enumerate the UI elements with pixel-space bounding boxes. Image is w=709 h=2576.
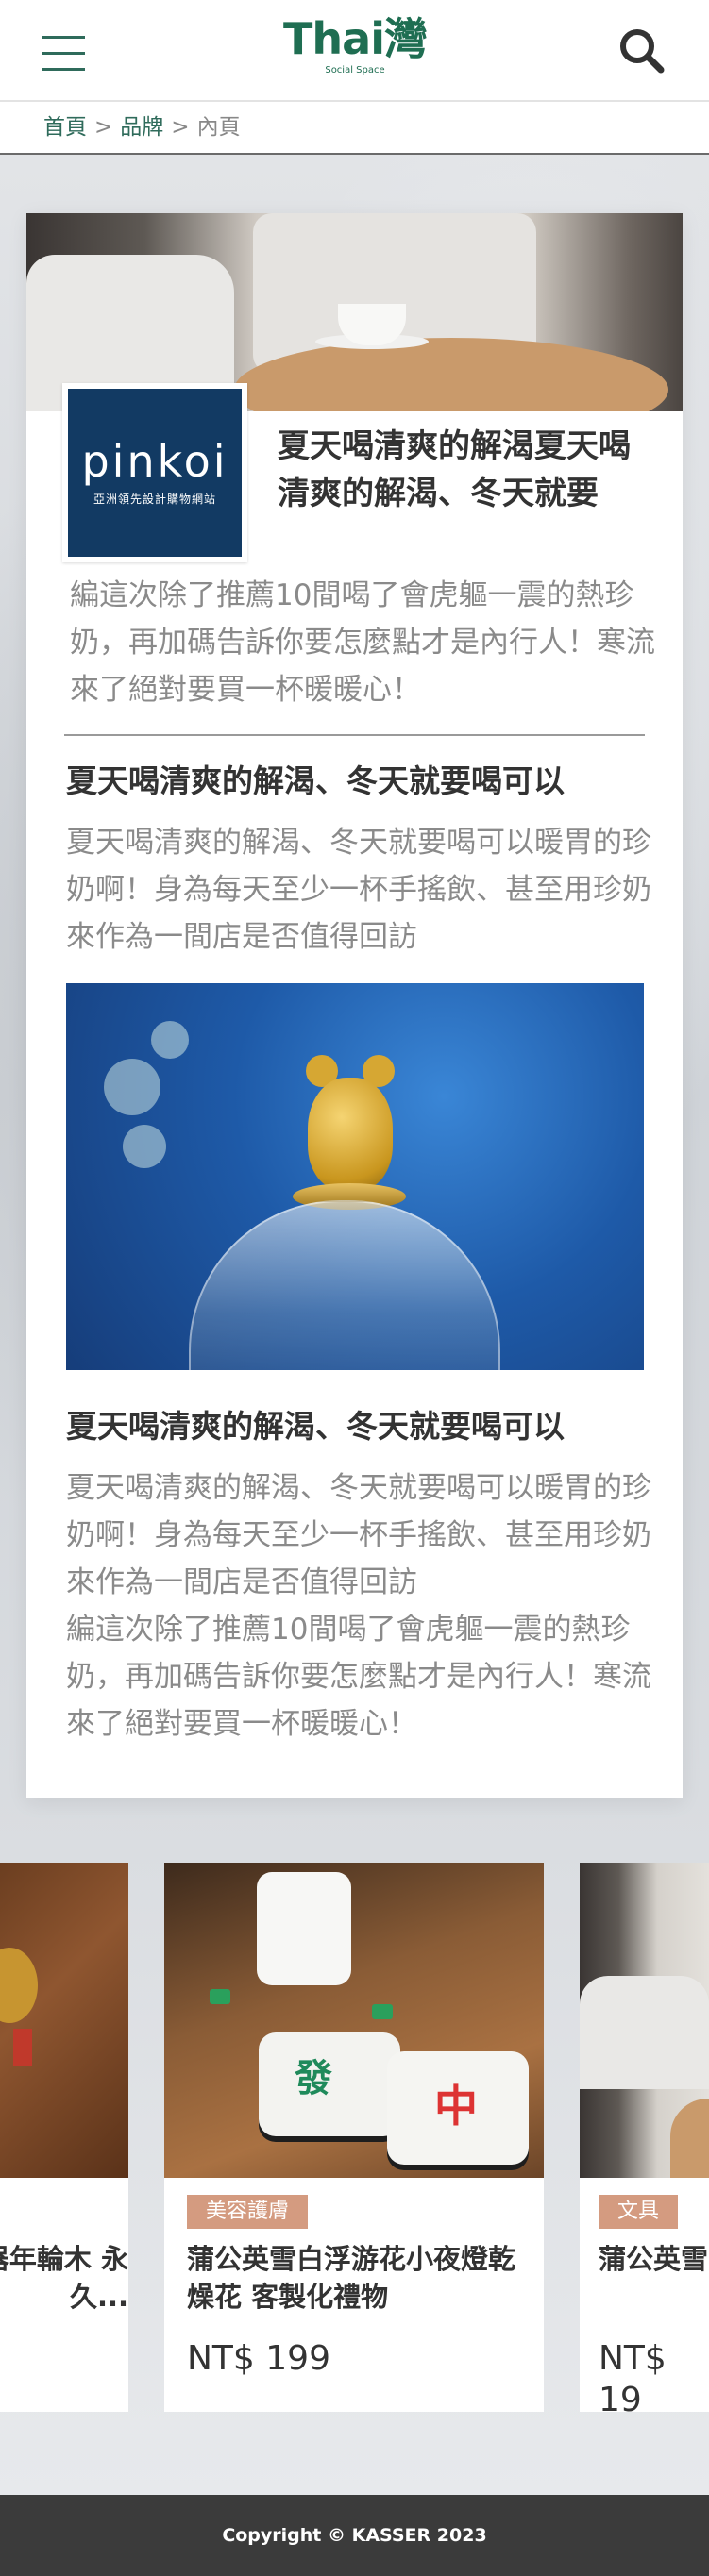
breadcrumb: 首頁 > 品牌 > 內頁 xyxy=(0,102,709,155)
product-carousel[interactable]: 器年輪木 永久... 中 發 美容護膚 蒲公英雪白浮游花小夜燈乾燥花 客製化禮物… xyxy=(0,1863,709,2412)
brand-description: 編這次除了推薦10間喝了會虎軀一震的熱珍奶，再加碼告訴你要怎麼點才是內行人！寒流… xyxy=(70,578,655,707)
category-badge: 文具 xyxy=(599,2195,679,2229)
copyright-text: Copyright © KASSER 2023 xyxy=(222,2525,487,2546)
product-image xyxy=(0,1863,128,2178)
site-footer: Copyright © KASSER 2023 xyxy=(0,2495,709,2576)
product-card[interactable]: 器年輪木 永久... xyxy=(0,1863,128,2412)
logo-text: Thai灣 xyxy=(283,13,428,64)
product-image: 中 發 xyxy=(164,1863,544,2178)
logo-subtext: Social Space xyxy=(325,65,385,75)
brand-title: 夏天喝清爽的解渴夏天喝清爽的解渴、冬天就要 xyxy=(278,427,631,512)
breadcrumb-separator: > xyxy=(94,115,113,140)
product-price: NT$ 19 xyxy=(599,2339,667,2412)
site-header: Thai灣 Social Space xyxy=(0,0,709,102)
breadcrumb-separator: > xyxy=(171,115,190,140)
product-image xyxy=(580,1863,709,2178)
brand-logo: pinkoi 亞洲領先設計購物網站 xyxy=(62,383,247,562)
section-body: 夏天喝清爽的解渴、冬天就要喝可以暖胃的珍奶啊！身為每天至少一杯手搖飲、甚至用珍奶… xyxy=(66,826,651,954)
section-title: 夏天喝清爽的解渴、冬天就要喝可以 xyxy=(66,762,565,799)
site-logo[interactable]: Thai灣 Social Space xyxy=(279,13,430,89)
section-body: 夏天喝清爽的解渴、冬天就要喝可以暖胃的珍奶啊！身為每天至少一杯手搖飲、甚至用珍奶… xyxy=(66,1471,651,1599)
divider xyxy=(64,734,645,736)
search-icon[interactable] xyxy=(617,26,667,75)
brand-logo-tagline: 亞洲領先設計購物網站 xyxy=(93,493,216,506)
section-body: 編這次除了推薦10間喝了會虎軀一震的熱珍奶，再加碼告訴你要怎麼點才是內行人！寒流… xyxy=(66,1613,651,1741)
section-title: 夏天喝清爽的解渴、冬天就要喝可以 xyxy=(66,1408,565,1445)
article-photo xyxy=(66,983,644,1370)
hamburger-menu-icon[interactable] xyxy=(42,34,85,72)
product-title: 器年輪木 永久... xyxy=(0,2243,128,2313)
product-price: NT$ 199 xyxy=(187,2339,330,2378)
product-title: 蒲公英雪 乾燥花 客 xyxy=(599,2243,709,2275)
hero-image xyxy=(26,213,683,411)
product-card[interactable]: 中 發 美容護膚 蒲公英雪白浮游花小夜燈乾燥花 客製化禮物 NT$ 199 xyxy=(164,1863,544,2412)
breadcrumb-home[interactable]: 首頁 xyxy=(43,115,87,140)
category-badge: 美容護膚 xyxy=(187,2195,309,2229)
brand-logo-name: pinkoi xyxy=(81,436,228,487)
product-title: 蒲公英雪白浮游花小夜燈乾燥花 客製化禮物 xyxy=(187,2243,516,2313)
product-card[interactable]: 文具 蒲公英雪 乾燥花 客 NT$ 19 xyxy=(580,1863,709,2412)
breadcrumb-current: 內頁 xyxy=(196,115,241,140)
breadcrumb-brand[interactable]: 品牌 xyxy=(120,115,163,140)
brand-article-card: pinkoi 亞洲領先設計購物網站 夏天喝清爽的解渴夏天喝清爽的解渴、冬天就要 … xyxy=(26,213,683,1798)
